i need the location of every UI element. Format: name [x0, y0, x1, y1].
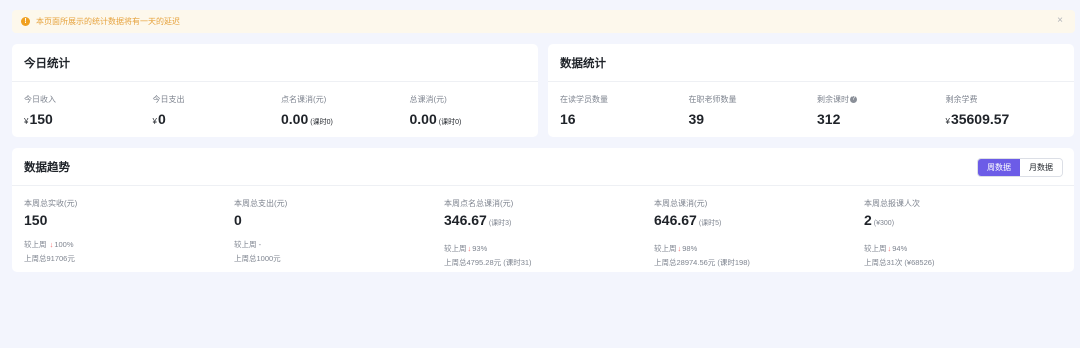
- help-icon[interactable]: ?: [850, 96, 857, 103]
- stat-remaining-hours: 剩余课时? 312: [817, 94, 946, 130]
- tab-month-data[interactable]: 月数据: [1020, 159, 1062, 176]
- stat-remaining-tuition: 剩余学费 ¥35609.57: [946, 94, 1075, 130]
- trend-label: 本周总课消(元): [654, 199, 708, 208]
- stat-label: 在读学员数量: [560, 95, 608, 104]
- compare-value: 94%: [892, 244, 908, 253]
- trend-unit: (¥300): [873, 220, 895, 227]
- stat-label: 总课消(元): [409, 95, 447, 104]
- compare-value: 93%: [472, 244, 488, 253]
- arrow-down-icon: ↓: [887, 244, 892, 253]
- trend-value: 150: [24, 212, 48, 228]
- card-title: 数据统计: [548, 44, 1074, 82]
- stat-label: 剩余学费: [945, 95, 978, 104]
- stat-label: 在职老师数量: [688, 95, 737, 104]
- notice-text: 本页面所展示的统计数据将有一天的延迟: [36, 17, 180, 26]
- stat-rollcall-consumption: 点名课消(元) 0.00 (课时0): [281, 94, 410, 131]
- stat-value: 150: [29, 111, 53, 127]
- compare-label: 较上周: [864, 244, 887, 253]
- stat-value: 0: [157, 111, 166, 127]
- trend-value: 2: [864, 212, 872, 228]
- close-icon[interactable]: ×: [1057, 15, 1063, 26]
- stat-today-income: 今日收入 ¥150: [24, 94, 153, 131]
- last-week-text: 上周总28974.56元 (课时198): [654, 258, 750, 267]
- stat-label: 剩余课时: [817, 95, 849, 104]
- trend-week-rollcall: 本周点名总课消(元) 346.67 (课时3) 较上周↓93% 上周总4795.2…: [444, 198, 654, 268]
- stat-value: 35609.57: [950, 111, 1010, 127]
- compare-label: 较上周: [654, 244, 677, 253]
- trend-value: 646.67: [654, 212, 697, 228]
- period-toggle: 周数据 月数据: [977, 158, 1063, 177]
- currency-symbol: ¥: [24, 117, 29, 126]
- trend-label: 本周总报课人次: [864, 199, 920, 208]
- trend-week-expense: 本周总支出(元) 0 较上周 - 上周总1000元: [234, 198, 444, 268]
- data-stats-card: 数据统计 在读学员数量 16 在职老师数量 39 剩余课时? 312 剩余学费 …: [548, 44, 1074, 137]
- compare-label: 较上周: [234, 240, 257, 249]
- stat-unit: (课时0): [310, 119, 333, 126]
- stat-total-consumption: 总课消(元) 0.00 (课时0): [410, 94, 539, 131]
- currency-symbol: ¥: [152, 117, 157, 126]
- trend-unit: (课时5): [698, 220, 722, 227]
- compare-value: -: [258, 240, 262, 249]
- stat-today-expense: 今日支出 ¥0: [153, 94, 282, 131]
- last-week-text: 上周总31次 (¥68526): [864, 258, 935, 267]
- compare-value: 98%: [682, 244, 698, 253]
- currency-symbol: ¥: [945, 117, 950, 126]
- trend-value: 0: [234, 212, 242, 228]
- arrow-down-icon: ↓: [49, 240, 54, 249]
- stat-unit: (课时0): [438, 119, 462, 126]
- stat-teachers: 在职老师数量 39: [689, 94, 818, 130]
- trend-value: 346.67: [444, 212, 487, 228]
- arrow-down-icon: ↓: [467, 244, 472, 253]
- trend-week-income: 本周总实收(元) 150 较上周 ↓100% 上周总91706元: [24, 198, 234, 268]
- compare-label: 较上周: [444, 244, 467, 253]
- stat-value: 39: [688, 111, 705, 127]
- trend-label: 本周总实收(元): [24, 199, 78, 208]
- stat-students: 在读学员数量 16: [560, 94, 689, 130]
- tab-week-data[interactable]: 周数据: [978, 159, 1020, 176]
- stat-label: 点名课消(元): [281, 95, 327, 104]
- last-week-text: 上周总91706元: [24, 254, 75, 263]
- card-title: 今日统计: [12, 44, 538, 82]
- notice-bar: ! 本页面所展示的统计数据将有一天的延迟 ×: [12, 10, 1075, 33]
- compare-value: 100%: [54, 240, 74, 249]
- stat-value: 0.00: [409, 111, 437, 127]
- stat-value: 312: [817, 111, 841, 127]
- warning-icon: !: [21, 17, 30, 26]
- stat-value: 0.00: [281, 111, 309, 127]
- stat-label: 今日支出: [152, 95, 185, 104]
- last-week-text: 上周总4795.28元 (课时31): [444, 258, 532, 267]
- trend-week-consumption: 本周总课消(元) 646.67 (课时5) 较上周↓98% 上周总28974.56…: [654, 198, 864, 268]
- compare-label: 较上周: [24, 240, 47, 249]
- trend-label: 本周点名总课消(元): [444, 199, 514, 208]
- trend-unit: (课时3): [488, 220, 512, 227]
- trend-label: 本周总支出(元): [234, 199, 288, 208]
- card-title: 数据趋势: [12, 148, 1074, 186]
- last-week-text: 上周总1000元: [234, 254, 281, 263]
- data-trend-card: 数据趋势 周数据 月数据 本周总实收(元) 150 较上周 ↓100% 上周总9…: [12, 148, 1074, 272]
- arrow-down-icon: ↓: [677, 244, 682, 253]
- stat-label: 今日收入: [24, 95, 56, 104]
- today-stats-card: 今日统计 今日收入 ¥150 今日支出 ¥0 点名课消(元) 0.00 (课时0)…: [12, 44, 538, 137]
- trend-week-enrollments: 本周总报课人次 2 (¥300) 较上周↓94% 上周总31次 (¥68526): [864, 198, 1074, 268]
- stat-value: 16: [560, 111, 576, 127]
